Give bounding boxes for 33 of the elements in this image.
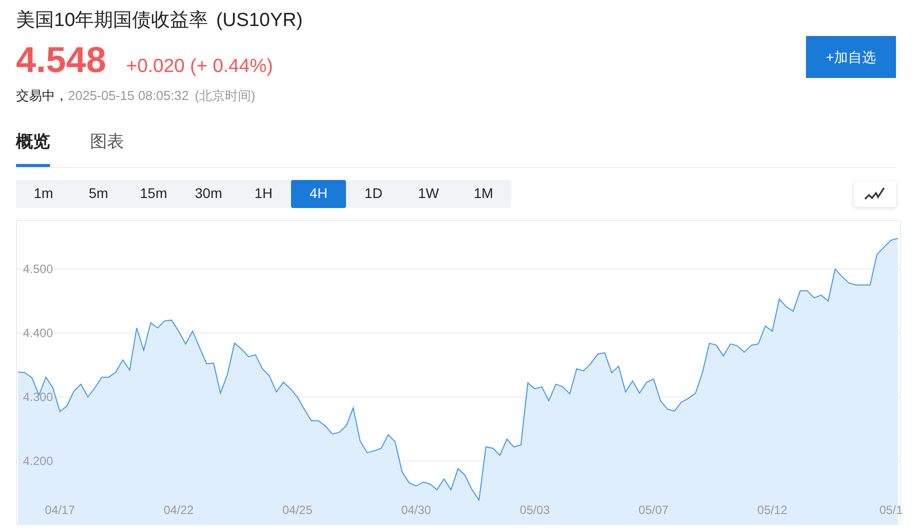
x-axis-label: 05/12 [757,502,788,516]
instrument-title: 美国10年期国债收益率 [16,8,208,33]
x-axis-label: 04/25 [282,502,312,516]
timestamp: 2025-05-15 08:05:32 [68,86,189,104]
period-button[interactable]: 1H [236,180,291,208]
y-axis-label: 4.300 [23,390,54,404]
timezone: (北京时间) [194,86,256,105]
period-button[interactable]: 1m [16,180,71,208]
period-button[interactable]: 1M [456,180,511,208]
trading-status: 交易中， [16,86,68,104]
y-axis-label: 4.500 [23,262,54,276]
y-axis-label: 4.200 [23,454,54,468]
tab[interactable]: 概览 [16,129,50,166]
price-value: 4.548 [16,40,106,80]
instrument-symbol: (US10YR) [216,9,303,33]
tab[interactable]: 图表 [90,129,124,166]
x-axis-label: 05/03 [520,502,550,516]
x-axis-label: 04/30 [401,502,432,516]
price-change: +0.020 (+ 0.44%) [126,55,273,79]
period-button[interactable]: 4H [291,180,346,208]
chart-type-button[interactable] [854,180,896,206]
period-button[interactable]: 5m [71,180,126,208]
period-button[interactable]: 30m [181,180,236,208]
x-axis-label: 04/17 [44,502,75,516]
add-watchlist-button[interactable]: +加自选 [806,36,896,78]
x-axis-label: 05/1 [879,502,903,516]
x-axis-label: 05/07 [638,502,669,516]
y-axis-label: 4.400 [23,326,54,340]
x-axis-label: 04/22 [164,502,194,516]
period-button[interactable]: 15m [126,180,181,208]
period-button[interactable]: 1W [401,180,456,208]
line-chart-icon [864,186,886,200]
period-button[interactable]: 1D [346,180,401,208]
